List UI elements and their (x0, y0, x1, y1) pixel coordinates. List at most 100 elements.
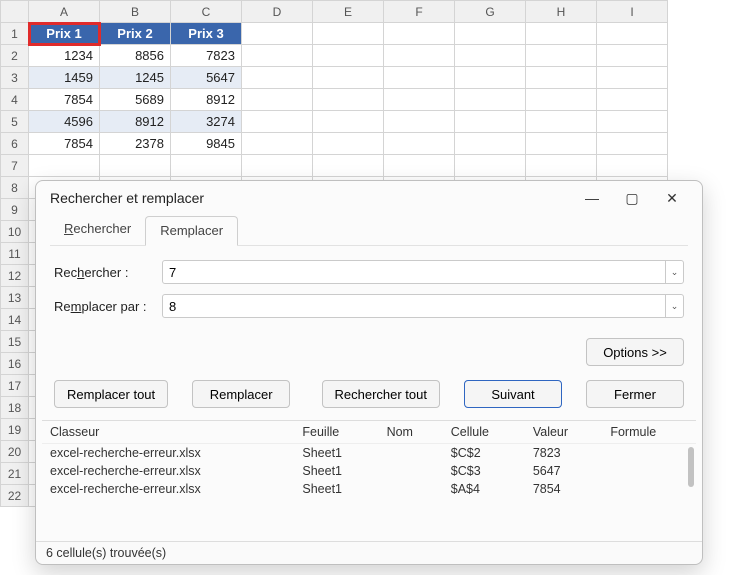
cell-c1[interactable]: Prix 3 (171, 23, 242, 45)
cell[interactable] (597, 45, 668, 67)
tab-search[interactable]: RRechercherechercher (50, 215, 145, 245)
cell[interactable] (313, 67, 384, 89)
cell[interactable] (597, 23, 668, 45)
cell-c6[interactable]: 9845 (171, 133, 242, 155)
row-header-9[interactable]: 9 (1, 199, 29, 221)
replace-input[interactable] (163, 295, 665, 317)
cell-c3[interactable]: 5647 (171, 67, 242, 89)
close-icon[interactable]: ✕ (652, 184, 692, 212)
row-header-18[interactable]: 18 (1, 397, 29, 419)
cell[interactable] (313, 45, 384, 67)
row-header-15[interactable]: 15 (1, 331, 29, 353)
col-header-a[interactable]: A (29, 1, 100, 23)
close-button[interactable]: Fermer (586, 380, 684, 408)
replace-all-button[interactable]: Remplacer tout (54, 380, 168, 408)
cell[interactable] (313, 23, 384, 45)
col-header-g[interactable]: G (455, 1, 526, 23)
tab-replace[interactable]: Remplacer (145, 216, 238, 246)
cell[interactable] (455, 133, 526, 155)
cell[interactable] (313, 89, 384, 111)
find-next-button[interactable]: Suivant (464, 380, 562, 408)
results-row[interactable]: excel-recherche-erreur.xlsx Sheet1 $C$2 … (42, 444, 696, 463)
cell-b5[interactable]: 8912 (100, 111, 171, 133)
cell-a4[interactable]: 7854 (29, 89, 100, 111)
search-dropdown-icon[interactable]: ⌄ (665, 261, 683, 283)
cell-c5[interactable]: 3274 (171, 111, 242, 133)
row-header-3[interactable]: 3 (1, 67, 29, 89)
cell[interactable] (526, 45, 597, 67)
cell[interactable] (526, 23, 597, 45)
cell[interactable] (526, 89, 597, 111)
cell-b3[interactable]: 1245 (100, 67, 171, 89)
row-header-1[interactable]: 1 (1, 23, 29, 45)
cell[interactable] (526, 133, 597, 155)
row-header-10[interactable]: 10 (1, 221, 29, 243)
cell-a3[interactable]: 1459 (29, 67, 100, 89)
row-header-14[interactable]: 14 (1, 309, 29, 331)
find-all-button[interactable]: Rechercher tout (322, 380, 441, 408)
cell-c4[interactable]: 8912 (171, 89, 242, 111)
options-button[interactable]: Options >> (586, 338, 684, 366)
cell-c2[interactable]: 7823 (171, 45, 242, 67)
row-header-17[interactable]: 17 (1, 375, 29, 397)
cell[interactable] (597, 67, 668, 89)
row-header-5[interactable]: 5 (1, 111, 29, 133)
cell[interactable] (455, 89, 526, 111)
cell[interactable] (313, 133, 384, 155)
col-header-c[interactable]: C (171, 1, 242, 23)
search-input[interactable] (163, 261, 665, 283)
cell[interactable] (455, 45, 526, 67)
select-all-corner[interactable] (1, 1, 29, 23)
cell[interactable] (242, 111, 313, 133)
col-header-f[interactable]: F (384, 1, 455, 23)
row-header-19[interactable]: 19 (1, 419, 29, 441)
results-col-cell[interactable]: Cellule (443, 421, 525, 444)
col-header-d[interactable]: D (242, 1, 313, 23)
minimize-icon[interactable]: — (572, 184, 612, 212)
cell[interactable] (384, 67, 455, 89)
cell[interactable] (455, 111, 526, 133)
col-header-i[interactable]: I (597, 1, 668, 23)
results-row[interactable]: excel-recherche-erreur.xlsx Sheet1 $A$4 … (42, 480, 696, 498)
replace-dropdown-icon[interactable]: ⌄ (665, 295, 683, 317)
cell[interactable] (29, 155, 100, 177)
cell[interactable] (384, 133, 455, 155)
cell[interactable] (313, 111, 384, 133)
row-header-2[interactable]: 2 (1, 45, 29, 67)
cell-b6[interactable]: 2378 (100, 133, 171, 155)
col-header-b[interactable]: B (100, 1, 171, 23)
row-header-20[interactable]: 20 (1, 441, 29, 463)
cell[interactable] (384, 89, 455, 111)
results-col-sheet[interactable]: Feuille (294, 421, 378, 444)
col-header-h[interactable]: H (526, 1, 597, 23)
results-row[interactable]: excel-recherche-erreur.xlsx Sheet1 $C$3 … (42, 462, 696, 480)
results-col-name[interactable]: Nom (379, 421, 443, 444)
row-header-6[interactable]: 6 (1, 133, 29, 155)
cell[interactable] (455, 23, 526, 45)
cell-a6[interactable]: 7854 (29, 133, 100, 155)
row-header-7[interactable]: 7 (1, 155, 29, 177)
cell-b2[interactable]: 8856 (100, 45, 171, 67)
cell-a1[interactable]: Prix 1 (29, 23, 100, 45)
results-col-formula[interactable]: Formule (602, 421, 696, 444)
cell[interactable] (384, 111, 455, 133)
cell-b1[interactable]: Prix 2 (100, 23, 171, 45)
cell[interactable] (526, 111, 597, 133)
cell[interactable] (242, 23, 313, 45)
cell[interactable] (242, 45, 313, 67)
cell[interactable] (242, 133, 313, 155)
col-header-e[interactable]: E (313, 1, 384, 23)
row-header-21[interactable]: 21 (1, 463, 29, 485)
row-header-4[interactable]: 4 (1, 89, 29, 111)
results-col-value[interactable]: Valeur (525, 421, 603, 444)
cell[interactable] (384, 23, 455, 45)
row-header-16[interactable]: 16 (1, 353, 29, 375)
row-header-22[interactable]: 22 (1, 485, 29, 507)
cell-b4[interactable]: 5689 (100, 89, 171, 111)
maximize-icon[interactable]: ▢ (612, 184, 652, 212)
cell-a2[interactable]: 1234 (29, 45, 100, 67)
results-scrollbar-thumb[interactable] (688, 447, 694, 487)
cell[interactable] (597, 111, 668, 133)
cell[interactable] (242, 67, 313, 89)
cell[interactable] (384, 45, 455, 67)
